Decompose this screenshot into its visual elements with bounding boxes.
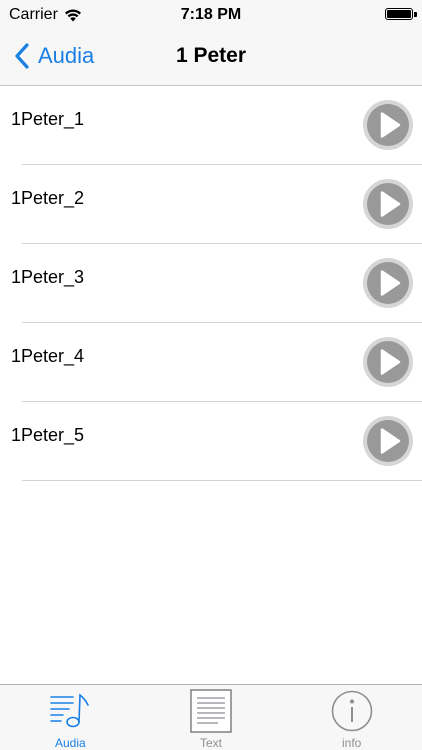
play-icon <box>363 258 413 308</box>
status-bar: Carrier 7:18 PM <box>0 0 422 28</box>
page-title: 1 Peter <box>175 44 247 67</box>
tab-bar: Audia Text info <box>0 684 422 750</box>
chapter-label: 1Peter_3 <box>11 267 85 287</box>
list-item[interactable]: 1Peter_4 <box>0 323 422 402</box>
list-item[interactable]: 1Peter_3 <box>0 244 422 323</box>
play-button[interactable] <box>362 336 414 388</box>
play-icon <box>363 179 413 229</box>
navigation-bar: Audia 1 Peter <box>0 28 422 86</box>
tab-text-label: Text <box>200 736 223 750</box>
tab-text[interactable]: Text <box>141 685 282 750</box>
chapter-label: 1Peter_4 <box>11 346 85 366</box>
list-item[interactable]: 1Peter_5 <box>0 402 422 481</box>
tab-audia[interactable]: Audia <box>0 685 141 750</box>
play-icon <box>363 100 413 150</box>
chapter-list: 1Peter_1 1Peter_2 1Peter_3 1Peter_4 1Peter_5 <box>0 86 422 481</box>
play-icon <box>363 416 413 466</box>
list-item[interactable]: 1Peter_1 <box>0 86 422 165</box>
info-icon <box>331 690 372 732</box>
list-item[interactable]: 1Peter_2 <box>0 165 422 244</box>
battery-icon <box>385 8 413 20</box>
tab-info[interactable]: info <box>281 685 422 750</box>
document-icon <box>190 689 232 733</box>
play-button[interactable] <box>362 99 414 151</box>
play-button[interactable] <box>362 178 414 230</box>
play-button[interactable] <box>362 257 414 309</box>
play-icon <box>363 337 413 387</box>
music-list-icon <box>50 693 90 728</box>
tab-info-label: info <box>342 736 362 750</box>
chapter-label: 1Peter_2 <box>11 188 85 208</box>
chapter-label: 1Peter_1 <box>11 109 85 129</box>
chapter-label: 1Peter_5 <box>11 425 85 445</box>
battery-level-fill <box>387 10 411 18</box>
status-time: 7:18 PM <box>180 6 242 23</box>
battery-nub <box>414 12 417 17</box>
tab-audia-label: Audia <box>54 736 86 750</box>
play-button[interactable] <box>362 415 414 467</box>
